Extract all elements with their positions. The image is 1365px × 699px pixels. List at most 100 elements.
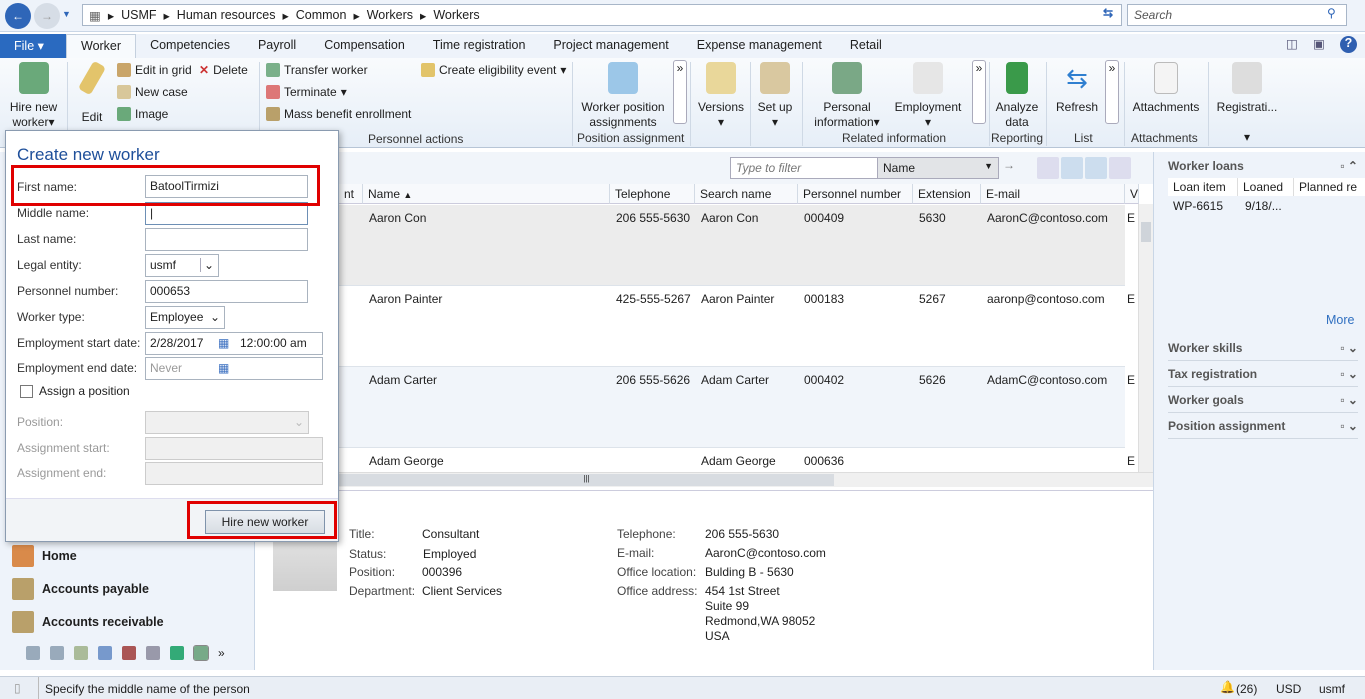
- alerts-count[interactable]: (26): [1236, 682, 1257, 696]
- factbox-worker-skills[interactable]: Worker skills ▫ ⌄: [1168, 341, 1358, 361]
- column-header-name[interactable]: Name ▲: [363, 184, 610, 204]
- column-header[interactable]: V: [1125, 184, 1139, 204]
- filter-input[interactable]: Type to filter: [730, 157, 878, 179]
- registration-button[interactable]: Registrati... ▾: [1214, 62, 1280, 145]
- employment-button[interactable]: Employment ▾: [890, 62, 966, 130]
- breadcrumb-item[interactable]: Human resources: [177, 8, 276, 22]
- tab-time-registration[interactable]: Time registration: [419, 34, 540, 58]
- column-header[interactable]: Planned re: [1294, 178, 1362, 196]
- last-name-field[interactable]: [145, 228, 308, 251]
- clipboard-icon[interactable]: ▯: [14, 681, 21, 695]
- globe-icon[interactable]: [170, 646, 184, 660]
- breadcrumb-item[interactable]: USMF: [121, 8, 156, 22]
- column-header-extension[interactable]: Extension: [913, 184, 981, 204]
- tab-compensation[interactable]: Compensation: [310, 34, 419, 58]
- employment-end-date-field[interactable]: Never ▦: [145, 357, 323, 380]
- column-header[interactable]: nt: [339, 184, 363, 204]
- hire-new-worker-button[interactable]: Hire new worker▾: [6, 62, 61, 130]
- table-row[interactable]: Aaron Con 206 555-5630 Aaron Con 000409 5630…: [255, 205, 1135, 286]
- layout-icon[interactable]: ◫: [1286, 36, 1298, 51]
- history-dropdown-icon[interactable]: ▼: [62, 9, 71, 19]
- column-header-search-name[interactable]: Search name: [695, 184, 798, 204]
- clear-filter-icon[interactable]: [1109, 157, 1131, 179]
- factbox-tax-registration[interactable]: Tax registration ▫ ⌄: [1168, 367, 1358, 387]
- table-row[interactable]: Aaron Painter 425-555-5267 Aaron Painter 00…: [255, 286, 1135, 367]
- mass-benefit-enrollment-button[interactable]: Mass benefit enrollment: [266, 107, 411, 121]
- calendar-icon[interactable]: ▦: [218, 361, 229, 375]
- calendar-icon[interactable]: ▦: [218, 336, 229, 350]
- email-value[interactable]: AaronC@contoso.com: [705, 546, 826, 560]
- module-icon[interactable]: [122, 646, 136, 660]
- refresh-button[interactable]: ⇆ Refresh: [1052, 62, 1102, 115]
- company[interactable]: usmf: [1319, 682, 1345, 696]
- search-input[interactable]: Search: [1127, 4, 1347, 26]
- image-button[interactable]: Image: [117, 107, 168, 121]
- assign-position-checkbox[interactable]: Assign a position: [20, 384, 130, 398]
- table-row[interactable]: Adam Carter 206 555-5626 Adam Carter 000402…: [255, 367, 1135, 448]
- worker-position-assignments-button[interactable]: Worker position assignments: [578, 62, 668, 130]
- apply-filter-icon[interactable]: →: [1003, 158, 1015, 172]
- assignment-end-field[interactable]: [145, 462, 323, 485]
- column-header-personnel-number[interactable]: Personnel number: [798, 184, 913, 204]
- column-header[interactable]: Loaned: [1238, 178, 1294, 196]
- module-icon[interactable]: [26, 646, 40, 660]
- module-icon[interactable]: [146, 646, 160, 660]
- module-icon[interactable]: [74, 646, 88, 660]
- analyze-data-button[interactable]: Analyze data: [994, 62, 1040, 130]
- transfer-worker-button[interactable]: Transfer worker: [266, 63, 368, 77]
- nav-accounts-receivable[interactable]: Accounts receivable: [12, 611, 164, 633]
- checkbox-icon[interactable]: [20, 384, 33, 398]
- back-button[interactable]: ←: [5, 3, 31, 29]
- loan-item[interactable]: WP-6615: [1173, 199, 1223, 213]
- versions-button[interactable]: Versions ▾: [696, 62, 746, 130]
- overflow-button[interactable]: »: [1105, 60, 1119, 124]
- advanced-filter-icon[interactable]: [1085, 157, 1107, 179]
- delete-button[interactable]: ✕ Delete: [199, 63, 248, 77]
- tab-competencies[interactable]: Competencies: [136, 34, 244, 58]
- legal-entity-select[interactable]: usmf ⌄: [145, 254, 219, 277]
- filter-icon[interactable]: [1037, 157, 1059, 179]
- module-icon[interactable]: [98, 646, 112, 660]
- more-icon[interactable]: »: [218, 646, 225, 660]
- tab-worker[interactable]: Worker: [66, 34, 137, 58]
- tab-payroll[interactable]: Payroll: [244, 34, 310, 58]
- new-case-button[interactable]: New case: [117, 85, 188, 99]
- setup-button[interactable]: Set up ▾: [755, 62, 795, 130]
- terminate-button[interactable]: Terminate ▾: [266, 85, 347, 99]
- overflow-button[interactable]: »: [972, 60, 986, 124]
- position-select[interactable]: ⌄: [145, 411, 309, 434]
- filter-field-select[interactable]: Name ▼: [877, 157, 999, 179]
- horizontal-scrollbar[interactable]: |||: [339, 472, 1153, 487]
- module-icon[interactable]: [50, 646, 64, 660]
- search-icon[interactable]: ⚲: [1327, 6, 1336, 20]
- create-eligibility-event-button[interactable]: Create eligibility event ▾: [421, 63, 566, 77]
- tab-expense-management[interactable]: Expense management: [683, 34, 836, 58]
- personnel-number-field[interactable]: 000653: [145, 280, 308, 303]
- factbox-position-assignment[interactable]: Position assignment ▫ ⌄: [1168, 419, 1358, 439]
- overflow-button[interactable]: »: [673, 60, 687, 124]
- employment-start-date-field[interactable]: 2/28/2017 ▦ 12:00:00 am: [145, 332, 323, 355]
- nav-home[interactable]: Home: [12, 545, 77, 567]
- factbox-worker-loans[interactable]: Worker loans ▫ ⌃: [1168, 159, 1358, 179]
- help-icon[interactable]: ?: [1340, 36, 1357, 53]
- worker-type-select[interactable]: Employee ⌄: [145, 306, 225, 329]
- column-header-telephone[interactable]: Telephone: [610, 184, 695, 204]
- forward-button[interactable]: →: [34, 3, 60, 29]
- breadcrumb-item[interactable]: Workers: [367, 8, 413, 22]
- edit-button[interactable]: Edit: [75, 60, 109, 124]
- breadcrumb-item[interactable]: Common: [296, 8, 347, 22]
- currency[interactable]: USD: [1276, 682, 1301, 696]
- column-header-email[interactable]: E-mail: [981, 184, 1125, 204]
- breadcrumb-item[interactable]: Workers: [433, 8, 479, 22]
- personal-information-button[interactable]: Personal information▾: [808, 62, 886, 130]
- assignment-start-field[interactable]: [145, 437, 323, 460]
- factbox-worker-goals[interactable]: Worker goals ▫ ⌄: [1168, 393, 1358, 413]
- nav-accounts-payable[interactable]: Accounts payable: [12, 578, 149, 600]
- refresh-icon[interactable]: ⇆: [1103, 6, 1113, 20]
- more-link[interactable]: More: [1326, 313, 1354, 327]
- tab-retail[interactable]: Retail: [836, 34, 896, 58]
- column-header[interactable]: Loan item: [1168, 178, 1238, 196]
- bell-icon[interactable]: 🔔: [1220, 680, 1235, 694]
- pane-icon[interactable]: ▣: [1313, 36, 1325, 51]
- hr-module-icon[interactable]: [193, 645, 209, 661]
